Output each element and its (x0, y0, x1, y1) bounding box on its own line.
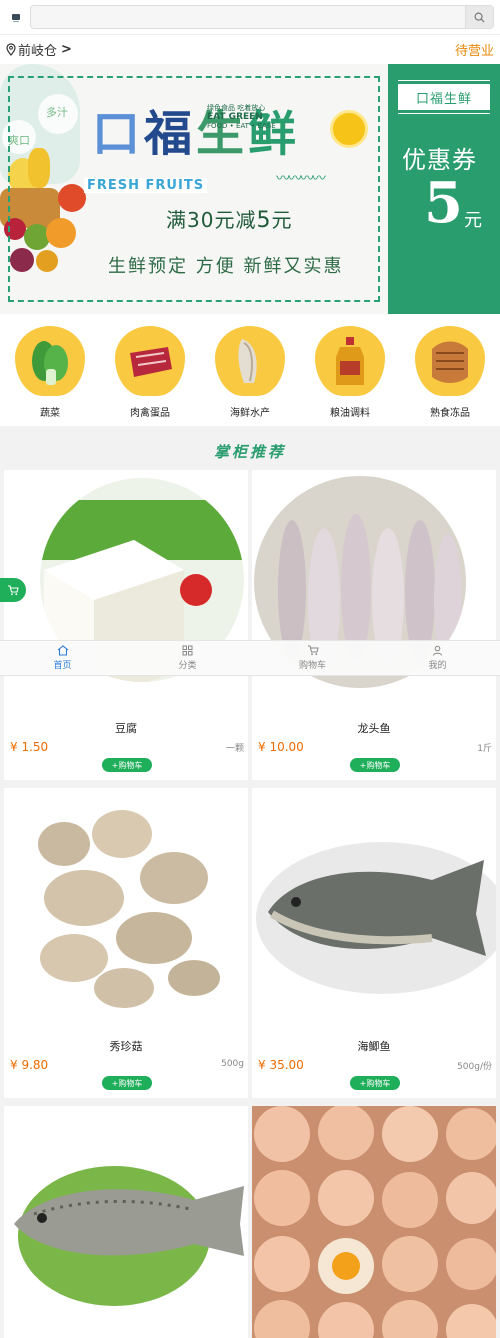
tab-label: 首页 (53, 661, 72, 671)
coupon-brand-tag: 口福生鲜 (398, 80, 490, 114)
cooked-food-icon (415, 326, 485, 396)
location-pin-icon (6, 43, 16, 56)
coupon-panel[interactable]: 口福生鲜 优惠券 5 元 (388, 64, 500, 314)
category-nav: 蔬菜 肉禽蛋品 海鲜水产 粮油调料 熟食冻品 (0, 314, 500, 426)
app-logo (6, 7, 26, 27)
user-icon (433, 645, 442, 656)
store-status: 待营业 (454, 44, 494, 59)
category-label: 熟食冻品 (430, 408, 470, 419)
floating-cart-button[interactable] (0, 578, 26, 602)
product-card[interactable] (252, 1106, 496, 1338)
vegetable-icon (15, 326, 85, 396)
oil-icon (315, 326, 385, 396)
product-image (254, 476, 466, 688)
product-name: 秀珍菇 (109, 1040, 143, 1053)
product-unit: 一颗 (225, 744, 244, 754)
coupon-unit: 元 (464, 210, 482, 231)
chevron-right-icon: > (61, 42, 72, 57)
lemon-image (330, 110, 368, 148)
category-item-meat[interactable]: 肉禽蛋品 (114, 326, 186, 426)
add-to-cart-button[interactable]: +购物车 (350, 758, 400, 772)
tab-home[interactable]: 首页 (0, 641, 125, 675)
product-unit: 1斤 (477, 744, 492, 754)
product-name: 海鲫鱼 (357, 1040, 391, 1053)
product-card[interactable]: 海鲫鱼 ¥ 35.00 500g/份 +购物车 (252, 788, 496, 1098)
eat-green-tag: 绿色食品 吃着放心 EAT GREEN FOOD • EAT • EASE (207, 104, 276, 130)
category-label: 海鲜水产 (230, 408, 270, 419)
add-to-cart-button[interactable]: +购物车 (102, 758, 152, 772)
home-icon (57, 645, 68, 656)
add-to-cart-button[interactable]: +购物车 (350, 1076, 400, 1090)
tab-category[interactable]: 分类 (125, 641, 250, 675)
seafood-icon (215, 326, 285, 396)
product-price: ¥ 1.50 (10, 740, 49, 754)
product-name: 龙头鱼 (357, 722, 391, 735)
category-item-vegetable[interactable]: 蔬菜 (14, 326, 86, 426)
location-name: 前岐仓 (18, 44, 58, 59)
product-name: 豆腐 (115, 722, 137, 735)
product-price: ¥ 10.00 (258, 740, 304, 754)
product-image (4, 788, 248, 1038)
category-label: 肉禽蛋品 (130, 408, 170, 419)
section-title: 掌柜推荐 (213, 442, 286, 461)
fresh-fruits-label: FRESH FRUITS (84, 178, 208, 193)
bottom-tab-bar: 首页 分类 购物车 我的 (0, 640, 500, 676)
tab-profile[interactable]: 我的 (375, 641, 500, 675)
category-item-oil[interactable]: 粮油调料 (314, 326, 386, 426)
promo-text: 满30元减5元 (166, 208, 293, 233)
product-image (4, 1106, 248, 1338)
product-image (252, 1106, 496, 1338)
product-price: ¥ 9.80 (10, 1058, 49, 1072)
product-card[interactable]: 龙头鱼 ¥ 10.00 1斤 +购物车 (252, 470, 496, 780)
search-icon (474, 12, 485, 23)
category-label: 粮油调料 (330, 408, 370, 419)
search-button[interactable] (465, 6, 493, 28)
tab-label: 分类 (178, 661, 197, 671)
tab-label: 我的 (428, 661, 447, 671)
banner-slogan: 生鲜预定 方便 新鲜又实惠 (108, 256, 344, 277)
category-label: 蔬菜 (40, 408, 60, 419)
product-card[interactable]: 豆腐 ¥ 1.50 一颗 +购物车 (4, 470, 248, 780)
wave-decoration: 〰〰〰〰 (276, 171, 326, 187)
location-row: 前岐仓 > 待营业 (0, 34, 500, 64)
cart-icon (307, 645, 319, 656)
promo-banner[interactable]: 多汁 爽口 口福生鲜 绿色食品 吃着放心 EAT GREEN FOOD • EA… (0, 64, 500, 314)
product-image (252, 788, 496, 1038)
top-bar (0, 0, 500, 34)
meat-icon (115, 326, 185, 396)
cart-icon (8, 584, 19, 595)
product-price: ¥ 35.00 (258, 1058, 304, 1072)
product-card[interactable]: 秀珍菇 ¥ 9.80 500g +购物车 (4, 788, 248, 1098)
category-item-cooked-food[interactable]: 熟食冻品 (414, 326, 486, 426)
product-unit: 500g/份 (457, 1062, 492, 1072)
location-selector[interactable]: 前岐仓 > (6, 40, 72, 59)
product-card[interactable] (4, 1106, 248, 1338)
coupon-value: 5 (424, 170, 463, 236)
search-input[interactable] (30, 5, 494, 29)
category-item-seafood[interactable]: 海鲜水产 (214, 326, 286, 426)
grid-icon (182, 645, 193, 656)
product-image (40, 478, 244, 682)
tab-label: 购物车 (298, 661, 326, 671)
add-to-cart-button[interactable]: +购物车 (102, 1076, 152, 1090)
banner-main: 多汁 爽口 口福生鲜 绿色食品 吃着放心 EAT GREEN FOOD • EA… (0, 64, 388, 314)
product-unit: 500g (221, 1059, 244, 1069)
tab-cart[interactable]: 购物车 (250, 641, 375, 675)
